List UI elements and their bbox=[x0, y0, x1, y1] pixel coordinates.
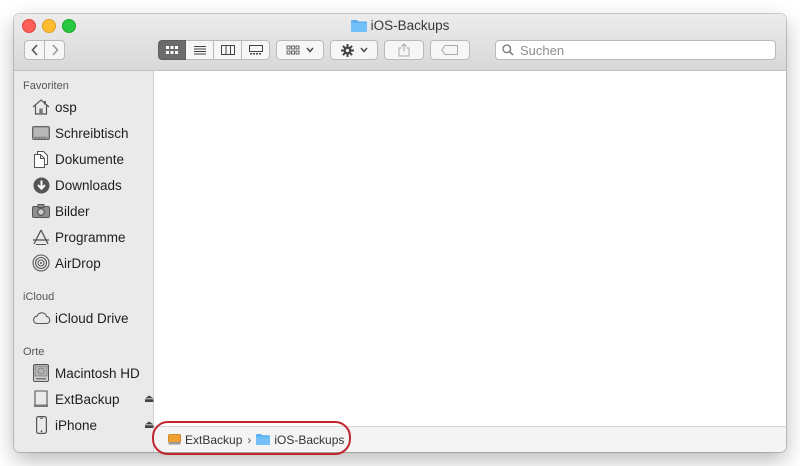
sidebar-item-icloud-drive[interactable]: iCloud Drive bbox=[31, 307, 153, 329]
list-icon bbox=[193, 46, 206, 55]
sidebar-item-label: osp bbox=[55, 99, 77, 115]
search-field[interactable] bbox=[495, 40, 776, 60]
sidebar-item-label: Dokumente bbox=[55, 151, 125, 167]
eject-icon[interactable]: ⏏ bbox=[144, 388, 154, 410]
sidebar-item-downloads[interactable]: Downloads bbox=[31, 174, 153, 196]
home-icon bbox=[31, 98, 51, 116]
sidebar-item-programme[interactable]: Programme bbox=[31, 226, 153, 248]
cloud-icon bbox=[31, 309, 51, 327]
external-drive-icon bbox=[31, 390, 51, 408]
chevron-down-icon bbox=[306, 47, 314, 53]
share-icon bbox=[398, 43, 410, 57]
sidebar: Favoriten osp Schreibtisch Dokumente Dow… bbox=[14, 71, 154, 452]
sidebar-item-label: Downloads bbox=[55, 177, 122, 193]
desktop-icon bbox=[31, 124, 51, 142]
gallery-icon bbox=[248, 45, 263, 55]
sidebar-item-dokumente[interactable]: Dokumente bbox=[31, 148, 153, 170]
applications-icon bbox=[31, 228, 51, 246]
camera-icon bbox=[31, 202, 51, 220]
documents-icon bbox=[31, 150, 51, 168]
group-by-button[interactable] bbox=[276, 40, 324, 60]
file-list-area[interactable] bbox=[154, 71, 786, 426]
window-title: iOS-Backups bbox=[14, 17, 786, 35]
folder-icon bbox=[350, 19, 367, 37]
window-title-text: iOS-Backups bbox=[370, 18, 450, 33]
icon-grid-icon bbox=[166, 46, 178, 54]
chevron-left-icon bbox=[30, 44, 38, 56]
sidebar-item-label: ExtBackup bbox=[55, 391, 120, 407]
sidebar-section-locations: Orte bbox=[23, 346, 45, 358]
sidebar-item-extbackup[interactable]: ExtBackup ⏏ bbox=[31, 388, 154, 410]
iphone-icon bbox=[31, 416, 51, 434]
toolbar: iOS-Backups bbox=[14, 14, 786, 71]
gear-icon bbox=[340, 43, 354, 57]
group-grid-icon bbox=[286, 45, 300, 55]
sidebar-item-macintosh-hd[interactable]: Macintosh HD bbox=[31, 362, 153, 384]
hard-disk-icon bbox=[31, 364, 51, 382]
sidebar-item-label: iCloud Drive bbox=[55, 310, 129, 326]
sidebar-item-bilder[interactable]: Bilder bbox=[31, 200, 153, 222]
path-bar-highlight bbox=[152, 421, 351, 455]
sidebar-item-label: AirDrop bbox=[55, 255, 101, 271]
icon-view-button[interactable] bbox=[158, 40, 186, 60]
sidebar-item-label: Schreibtisch bbox=[55, 125, 129, 141]
sidebar-item-airdrop[interactable]: AirDrop bbox=[31, 252, 153, 274]
sidebar-item-label: Macintosh HD bbox=[55, 365, 140, 381]
sidebar-item-label: iPhone bbox=[55, 417, 98, 433]
search-input[interactable] bbox=[518, 41, 762, 59]
airdrop-icon bbox=[31, 254, 51, 272]
downloads-icon bbox=[31, 176, 51, 194]
sidebar-item-label: Programme bbox=[55, 229, 126, 245]
list-view-button[interactable] bbox=[186, 40, 214, 60]
sidebar-item-label: Bilder bbox=[55, 203, 90, 219]
action-button[interactable] bbox=[330, 40, 378, 60]
back-button[interactable] bbox=[24, 40, 45, 60]
search-icon bbox=[502, 44, 514, 56]
sidebar-item-iphone[interactable]: iPhone ⏏ bbox=[31, 414, 154, 436]
tag-button[interactable] bbox=[430, 40, 470, 60]
columns-icon bbox=[220, 45, 235, 55]
sidebar-section-icloud: iCloud bbox=[23, 291, 55, 303]
chevron-right-icon bbox=[51, 44, 59, 56]
sidebar-section-favorites: Favoriten bbox=[23, 80, 69, 92]
gallery-view-button[interactable] bbox=[242, 40, 270, 60]
finder-window: iOS-Backups Suchen Favoriten osp Schreib… bbox=[14, 14, 786, 452]
forward-button[interactable] bbox=[44, 40, 65, 60]
tag-icon bbox=[441, 45, 458, 55]
view-mode-control bbox=[158, 40, 270, 60]
share-button[interactable] bbox=[384, 40, 424, 60]
chevron-down-icon bbox=[359, 47, 368, 53]
sidebar-item-schreibtisch[interactable]: Schreibtisch bbox=[31, 122, 153, 144]
column-view-button[interactable] bbox=[214, 40, 242, 60]
sidebar-item-osp[interactable]: osp bbox=[31, 96, 153, 118]
